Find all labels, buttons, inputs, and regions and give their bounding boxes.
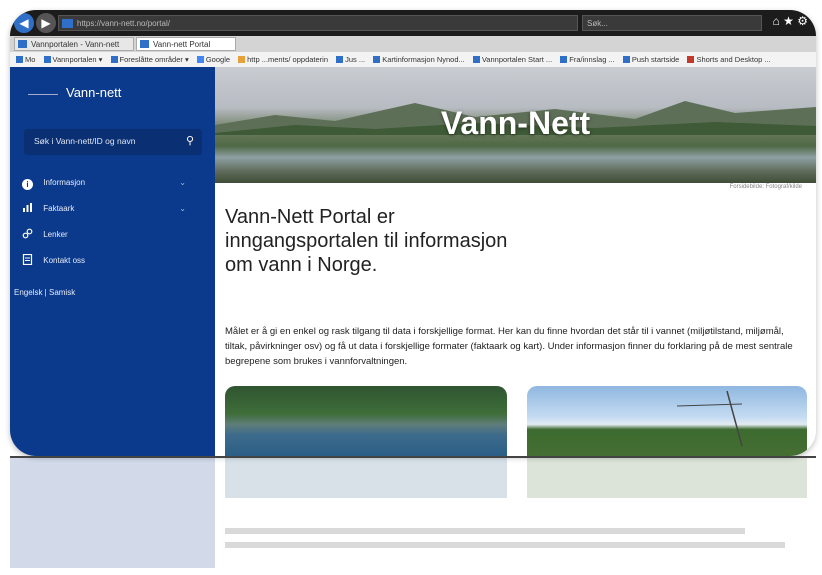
browser-toolbar-icons: ⌂ ★ ⚙ xyxy=(773,14,808,28)
site-search-input[interactable]: Søk i Vann-nett/ID og navn ⚲ xyxy=(24,129,202,155)
favorite-icon xyxy=(16,56,23,63)
favorite-item[interactable]: Google xyxy=(196,52,230,67)
site-search-placeholder: Søk i Vann-nett/ID og navn xyxy=(34,136,136,146)
settings-icon[interactable]: ⚙ xyxy=(797,14,808,28)
site-favicon-icon xyxy=(62,19,73,28)
tab-favicon-icon xyxy=(18,40,27,48)
tab-vann-nett-portal[interactable]: Vann-nett Portal xyxy=(136,37,236,51)
web-page: Vann-nett Søk i Vann-nett/ID og navn ⚲ i… xyxy=(10,67,816,456)
chevron-down-icon: ⌄ xyxy=(179,178,186,187)
browser-search-input[interactable]: Søk... xyxy=(582,15,762,31)
sidebar: Vann-nett Søk i Vann-nett/ID og navn ⚲ i… xyxy=(10,67,215,456)
favorite-item[interactable]: Fra/innslag ... xyxy=(560,52,615,67)
address-bar[interactable]: https://vann-nett.no/portal/ xyxy=(58,15,578,31)
link-icon xyxy=(22,228,33,239)
tab-strip: Vannportalen - Vann-nett Vann-nett Porta… xyxy=(10,36,816,53)
sidebar-item-label: Lenker xyxy=(43,230,68,239)
favorite-item[interactable]: Kartinformasjon Nynod... xyxy=(373,52,465,67)
favorite-icon xyxy=(687,56,695,63)
favorite-item[interactable]: http ...ments/ oppdaterin xyxy=(238,52,328,67)
sidebar-item-label: Kontakt oss xyxy=(43,256,86,265)
favorites-bar: Mo Vannportalen ▾ Foreslåtte områder ▾ G… xyxy=(10,52,816,68)
sidebar-item-label: Faktaark xyxy=(43,204,75,213)
reflection-main xyxy=(215,458,816,568)
sidebar-item-lenker[interactable]: Lenker xyxy=(22,227,200,243)
sidebar-item-faktaark[interactable]: Faktaark ⌄ xyxy=(22,201,200,217)
address-text: https://vann-nett.no/portal/ xyxy=(77,19,170,28)
chart-icon xyxy=(22,202,33,213)
tab-label: Vann-nett Portal xyxy=(153,40,211,49)
logo-line-icon xyxy=(28,94,58,95)
favorite-item[interactable]: Mo xyxy=(16,52,35,67)
browser-search-placeholder: Søk... xyxy=(587,19,608,28)
forward-icon[interactable]: ▶ xyxy=(36,13,56,33)
reflection-text-line xyxy=(225,542,785,548)
favorite-icon xyxy=(622,56,630,63)
sidebar-item-informasjon[interactable]: i Informasjon ⌄ xyxy=(22,175,200,191)
hero-title: Vann-Nett xyxy=(440,105,591,141)
browser-window: ◀ ▶ https://vann-nett.no/portal/ Søk... … xyxy=(10,10,816,456)
favorite-icon xyxy=(43,56,51,63)
hero-caption: Forsidebilde: Fotograf/kilde xyxy=(729,184,802,190)
home-icon[interactable]: ⌂ xyxy=(773,14,780,28)
favorite-icon xyxy=(560,56,568,63)
reflection-sidebar xyxy=(10,458,215,568)
main-content: Vann-Nett Forsidebilde: Fotograf/kilde V… xyxy=(215,67,816,456)
tab-favicon-icon xyxy=(140,40,149,48)
favorite-icon xyxy=(373,56,381,63)
intro-paragraph: Målet er å gi en enkel og rask tilgang t… xyxy=(225,326,793,367)
favorite-item[interactable]: Vannportalen ▾ xyxy=(43,52,102,67)
site-brand[interactable]: Vann-nett xyxy=(66,85,121,100)
lake-photo-card[interactable] xyxy=(225,386,507,456)
favorites-star-icon[interactable]: ★ xyxy=(783,14,794,28)
sidebar-item-kontakt[interactable]: Kontakt oss xyxy=(22,253,200,269)
browser-titlebar: ◀ ▶ https://vann-nett.no/portal/ Søk... … xyxy=(10,10,816,36)
reflection-text-line xyxy=(225,528,745,534)
pole-image xyxy=(676,390,743,447)
reflection-card xyxy=(225,458,507,498)
language-links[interactable]: Engelsk | Samisk xyxy=(14,288,75,297)
google-icon xyxy=(196,56,204,63)
contact-icon xyxy=(22,253,33,266)
favorite-item[interactable]: Jus ... xyxy=(336,52,365,67)
favorite-icon xyxy=(472,56,480,63)
chevron-down-icon: ⌄ xyxy=(179,204,186,213)
sidebar-item-label: Informasjon xyxy=(43,178,86,187)
back-icon[interactable]: ◀ xyxy=(14,13,34,33)
tab-vannportalen[interactable]: Vannportalen - Vann-nett xyxy=(14,37,134,51)
favorite-icon xyxy=(336,56,344,63)
river-photo-card[interactable] xyxy=(527,386,807,456)
search-icon[interactable]: ⚲ xyxy=(186,134,194,147)
page-headline: Vann-Nett Portal er inngangsportalen til… xyxy=(225,206,508,276)
tab-label: Vannportalen - Vann-nett xyxy=(31,40,120,49)
favorite-item[interactable]: Foreslåtte områder ▾ xyxy=(110,52,189,67)
reflection-card xyxy=(527,458,807,498)
favorite-item[interactable]: Vannportalen Start ... xyxy=(472,52,552,67)
info-icon: i xyxy=(22,179,33,190)
favorite-item[interactable]: Shorts and Desktop ... xyxy=(687,52,771,67)
favorite-icon xyxy=(110,56,118,63)
favorite-item[interactable]: Push startside xyxy=(622,52,679,67)
reflection-decoration xyxy=(10,458,816,568)
hero-banner: Vann-Nett xyxy=(215,67,816,183)
favorite-icon xyxy=(238,56,246,63)
